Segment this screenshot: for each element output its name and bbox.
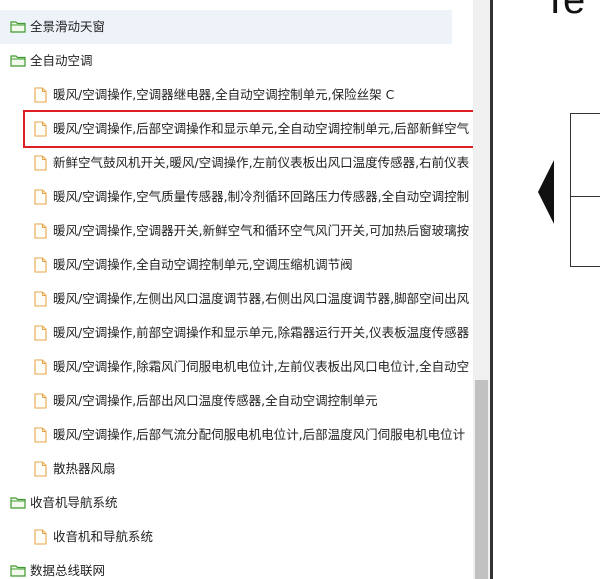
folder-icon [10,565,26,577]
file-icon [34,359,47,375]
tree-file-label: 暖风/空调操作,前部空调操作和显示单元,除霜器运行开关,仪表板温度传感器 [53,325,470,340]
tree-panel: 全景滑动天窗 全自动空调 暖风/空调操作,空调器继电器,全自动空调控制单元,保险… [0,0,473,579]
tree-folder-auto-ac[interactable]: 全自动空调 [0,44,473,78]
tree-folder-data-bus[interactable]: 数据总线联网 [0,554,473,579]
tree-file-item[interactable]: 暖风/空调操作,除霜风门伺服电机电位计,左前仪表板出风口电位计,全自动空 [0,350,473,384]
document-title-fragment: Te [543,0,586,22]
document-preview-panel: Te [493,0,600,579]
tree-file-label: 暖风/空调操作,空调器开关,新鲜空气和循环空气风门开关,可加热后窗玻璃按 [53,223,470,238]
file-icon [34,427,47,443]
folder-icon [10,21,26,33]
scrollbar-thumb[interactable] [475,380,488,579]
tree-folder-panorama-sunroof[interactable]: 全景滑动天窗 [0,10,452,44]
tree-file-label: 暖风/空调操作,后部气流分配伺服电机电位计,后部温度风门伺服电机电位计 [53,427,466,442]
tree-file-label: 暖风/空调操作,左侧出风口温度调节器,右侧出风口温度调节器,脚部空间出风 [53,291,470,306]
tree-folder-label: 全自动空调 [30,53,93,68]
file-icon [34,325,47,341]
tree-file-label: 新鲜空气鼓风机开关,暖风/空调操作,左前仪表板出风口温度传感器,右前仪表 [53,155,470,170]
tree-folder-label: 全景滑动天窗 [30,19,106,34]
file-icon [34,87,47,103]
tree-file-item[interactable]: 新鲜空气鼓风机开关,暖风/空调操作,左前仪表板出风口温度传感器,右前仪表 [0,146,473,180]
tree-file-label: 暖风/空调操作,全自动空调控制单元,空调压缩机调节阀 [53,257,353,272]
tree-file-item[interactable]: 暖风/空调操作,空调器开关,新鲜空气和循环空气风门开关,可加热后窗玻璃按 [0,214,473,248]
tree-file-label: 暖风/空调操作,除霜风门伺服电机电位计,左前仪表板出风口电位计,全自动空 [53,359,470,374]
folder-icon [10,55,26,67]
document-table-divider [570,196,600,197]
tree-file-label: 散热器风扇 [53,461,116,476]
file-icon [34,393,47,409]
tree-file-label: 暖风/空调操作,后部出风口温度传感器,全自动空调控制单元 [53,393,378,408]
tree-file-label: 收音机和导航系统 [53,529,154,544]
selection-highlight [23,110,485,148]
file-icon [34,223,47,239]
tree-folder-label: 数据总线联网 [30,563,106,578]
tree-file-item[interactable]: 暖风/空调操作,后部气流分配伺服电机电位计,后部温度风门伺服电机电位计 [0,418,473,452]
tree-file-item[interactable]: 暖风/空调操作,左侧出风口温度调节器,右侧出风口温度调节器,脚部空间出风 [0,282,473,316]
tree-folder-label: 收音机导航系统 [30,495,118,510]
tree-file-item[interactable]: 收音机和导航系统 [0,520,473,554]
tree-file-item[interactable]: 暖风/空调操作,全自动空调控制单元,空调压缩机调节阀 [0,248,473,282]
file-icon [34,257,47,273]
document-table [570,113,600,267]
tree-file-label: 暖风/空调操作,空调器继电器,全自动空调控制单元,保险丝架 C [53,87,395,102]
folder-icon [10,497,26,509]
arrow-left-icon[interactable] [538,160,554,224]
tree-file-item[interactable]: 暖风/空调操作,前部空调操作和显示单元,除霜器运行开关,仪表板温度传感器 [0,316,473,350]
tree-file-item[interactable]: 暖风/空调操作,空调器继电器,全自动空调控制单元,保险丝架 C [0,78,473,112]
file-icon [34,189,47,205]
file-icon [34,529,47,545]
tree-file-item[interactable]: 暖风/空调操作,后部出风口温度传感器,全自动空调控制单元 [0,384,473,418]
file-icon [34,461,47,477]
file-icon [34,155,47,171]
tree-file-item[interactable]: 散热器风扇 [0,452,473,486]
tree-folder-radio-nav[interactable]: 收音机导航系统 [0,486,473,520]
file-icon [34,291,47,307]
tree-file-label: 暖风/空调操作,空气质量传感器,制冷剂循环回路压力传感器,全自动空调控制 [53,189,470,204]
tree-file-item[interactable]: 暖风/空调操作,空气质量传感器,制冷剂循环回路压力传感器,全自动空调控制 [0,180,473,214]
